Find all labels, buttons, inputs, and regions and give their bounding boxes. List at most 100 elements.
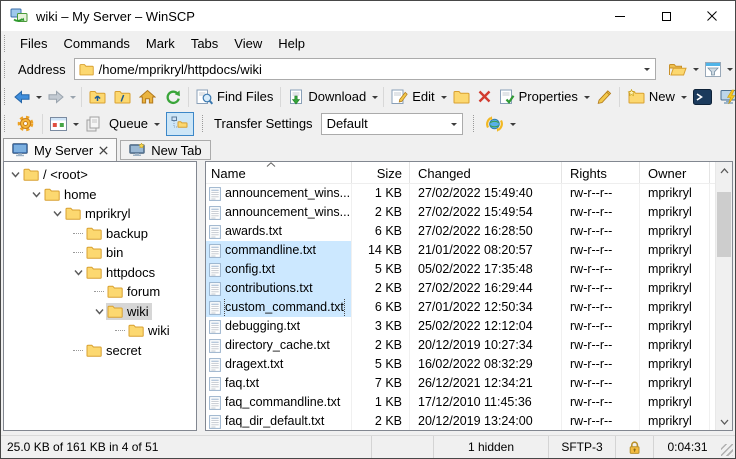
- tree-expander[interactable]: [113, 330, 127, 331]
- panels-layout-button[interactable]: [46, 112, 71, 136]
- title-bar[interactable]: wiki – My Server – WinSCP: [1, 1, 735, 31]
- file-row[interactable]: contributions.txt 2 KB 27/02/2022 16:29:…: [206, 279, 715, 298]
- file-row[interactable]: announcement_wins... 1 KB 27/02/2022 15:…: [206, 184, 715, 203]
- tree-item[interactable]: bin: [4, 243, 196, 263]
- root-directory-button[interactable]: [110, 85, 135, 109]
- home-button[interactable]: [135, 85, 160, 109]
- status-security[interactable]: [615, 436, 653, 458]
- tree-item[interactable]: httpdocs: [4, 263, 196, 283]
- panel-splitter[interactable]: [197, 161, 205, 431]
- toolbar-grip[interactable]: [4, 35, 7, 52]
- tree-expander[interactable]: [92, 307, 106, 316]
- close-button[interactable]: [689, 1, 735, 31]
- maximize-button[interactable]: [643, 1, 689, 31]
- menu-item-mark[interactable]: Mark: [138, 33, 183, 54]
- edit-button[interactable]: Edit: [387, 85, 438, 109]
- toolbar-grip[interactable]: [473, 115, 476, 132]
- toolbar-grip[interactable]: [4, 115, 7, 132]
- tree-item[interactable]: mprikryl: [4, 204, 196, 224]
- file-row[interactable]: directory_cache.txt 2 KB 20/12/2019 10:2…: [206, 336, 715, 355]
- transfer-settings-dropdown[interactable]: [446, 114, 462, 134]
- refresh-button[interactable]: [160, 85, 185, 109]
- delete-button[interactable]: [474, 85, 495, 109]
- putty-button[interactable]: [716, 85, 736, 109]
- tab-my-server[interactable]: My Server: [3, 138, 117, 161]
- tree-item[interactable]: secret: [4, 341, 196, 361]
- panels-layout-dropdown[interactable]: [71, 112, 81, 136]
- console-button[interactable]: [689, 85, 716, 109]
- tree-expander[interactable]: [71, 233, 85, 234]
- file-row[interactable]: faq.txt 7 KB 26/12/2021 12:34:21 rw-r--r…: [206, 374, 715, 393]
- tree-item[interactable]: wiki: [4, 302, 196, 322]
- vertical-scrollbar[interactable]: [715, 162, 732, 430]
- filter-button[interactable]: [701, 57, 725, 81]
- tree-expander[interactable]: [71, 350, 85, 351]
- toolbar-grip[interactable]: [202, 115, 205, 132]
- open-directory-button[interactable]: [664, 57, 691, 81]
- download-dropdown[interactable]: [370, 85, 380, 109]
- properties-dropdown[interactable]: [582, 85, 592, 109]
- scrollbar-up-button[interactable]: [716, 162, 732, 179]
- column-header-size[interactable]: Size: [352, 162, 410, 183]
- tree-item[interactable]: / <root>: [4, 165, 196, 185]
- synchronize-settings-button[interactable]: [481, 112, 508, 136]
- new-dropdown[interactable]: [679, 85, 689, 109]
- transfer-settings-combo[interactable]: Default: [321, 113, 463, 135]
- tree-expander[interactable]: [29, 190, 43, 199]
- back-dropdown[interactable]: [34, 85, 44, 109]
- menu-item-files[interactable]: Files: [12, 33, 55, 54]
- tree-expander[interactable]: [8, 170, 22, 179]
- scrollbar-thumb[interactable]: [717, 192, 731, 257]
- tree-expander[interactable]: [71, 252, 85, 253]
- menu-item-view[interactable]: View: [226, 33, 270, 54]
- file-row[interactable]: faq_dir_default.txt 2 KB 20/12/2019 13:2…: [206, 412, 715, 430]
- address-dropdown-button[interactable]: [639, 59, 655, 79]
- file-row[interactable]: config.txt 5 KB 05/02/2022 17:35:48 rw-r…: [206, 260, 715, 279]
- forward-button[interactable]: [44, 85, 68, 109]
- file-row[interactable]: dragext.txt 5 KB 16/02/2022 08:32:29 rw-…: [206, 355, 715, 374]
- status-protocol[interactable]: SFTP-3: [548, 436, 615, 458]
- find-files-button[interactable]: Find Files: [192, 85, 277, 109]
- status-hidden-count[interactable]: 1 hidden: [433, 436, 548, 458]
- address-combo[interactable]: /home/mprikryl/httpdocs/wiki: [74, 58, 656, 80]
- forward-dropdown[interactable]: [68, 85, 78, 109]
- new-button[interactable]: New: [623, 85, 679, 109]
- column-header-rights[interactable]: Rights: [562, 162, 640, 183]
- scrollbar-down-button[interactable]: [716, 413, 732, 430]
- synchronize-settings-dropdown[interactable]: [508, 112, 518, 136]
- menu-item-commands[interactable]: Commands: [55, 33, 137, 54]
- file-row[interactable]: commandline.txt 14 KB 21/01/2022 08:20:5…: [206, 241, 715, 260]
- preferences-button[interactable]: [12, 112, 39, 136]
- filter-dropdown[interactable]: [725, 57, 735, 81]
- open-directory-dropdown[interactable]: [691, 57, 701, 81]
- tree-expander[interactable]: [71, 268, 85, 277]
- tree-item[interactable]: forum: [4, 282, 196, 302]
- copy-button[interactable]: [449, 85, 474, 109]
- toolbar-grip[interactable]: [4, 61, 7, 78]
- tree-expander[interactable]: [92, 291, 106, 292]
- column-header-changed[interactable]: Changed: [410, 162, 562, 183]
- file-row[interactable]: custom_command.txt 6 KB 27/01/2022 12:50…: [206, 298, 715, 317]
- tree-item[interactable]: backup: [4, 224, 196, 244]
- queue-dropdown[interactable]: [152, 112, 162, 136]
- queue-dropdown-button[interactable]: Queue: [105, 112, 152, 136]
- edit-dropdown[interactable]: [439, 85, 449, 109]
- tree-toggle-button[interactable]: [166, 112, 194, 136]
- back-button[interactable]: [10, 85, 34, 109]
- rename-button[interactable]: [592, 85, 616, 109]
- file-row[interactable]: awards.txt 6 KB 27/02/2022 16:28:50 rw-r…: [206, 222, 715, 241]
- resize-grip[interactable]: [721, 444, 733, 456]
- queue-toggle-button[interactable]: [81, 112, 105, 136]
- column-header-name[interactable]: Name: [206, 162, 352, 183]
- file-row[interactable]: faq_commandline.txt 1 KB 17/12/2010 11:4…: [206, 393, 715, 412]
- menu-item-tabs[interactable]: Tabs: [183, 33, 226, 54]
- tree-item[interactable]: wiki: [4, 321, 196, 341]
- parent-directory-button[interactable]: [85, 85, 110, 109]
- download-button[interactable]: Download: [284, 85, 370, 109]
- file-row[interactable]: debugging.txt 3 KB 25/02/2022 12:12:04 r…: [206, 317, 715, 336]
- tree-item[interactable]: home: [4, 185, 196, 205]
- tab-new-tab[interactable]: New Tab: [120, 140, 210, 160]
- tree-expander[interactable]: [50, 209, 64, 218]
- tab-close-icon[interactable]: [99, 146, 108, 155]
- minimize-button[interactable]: [597, 1, 643, 31]
